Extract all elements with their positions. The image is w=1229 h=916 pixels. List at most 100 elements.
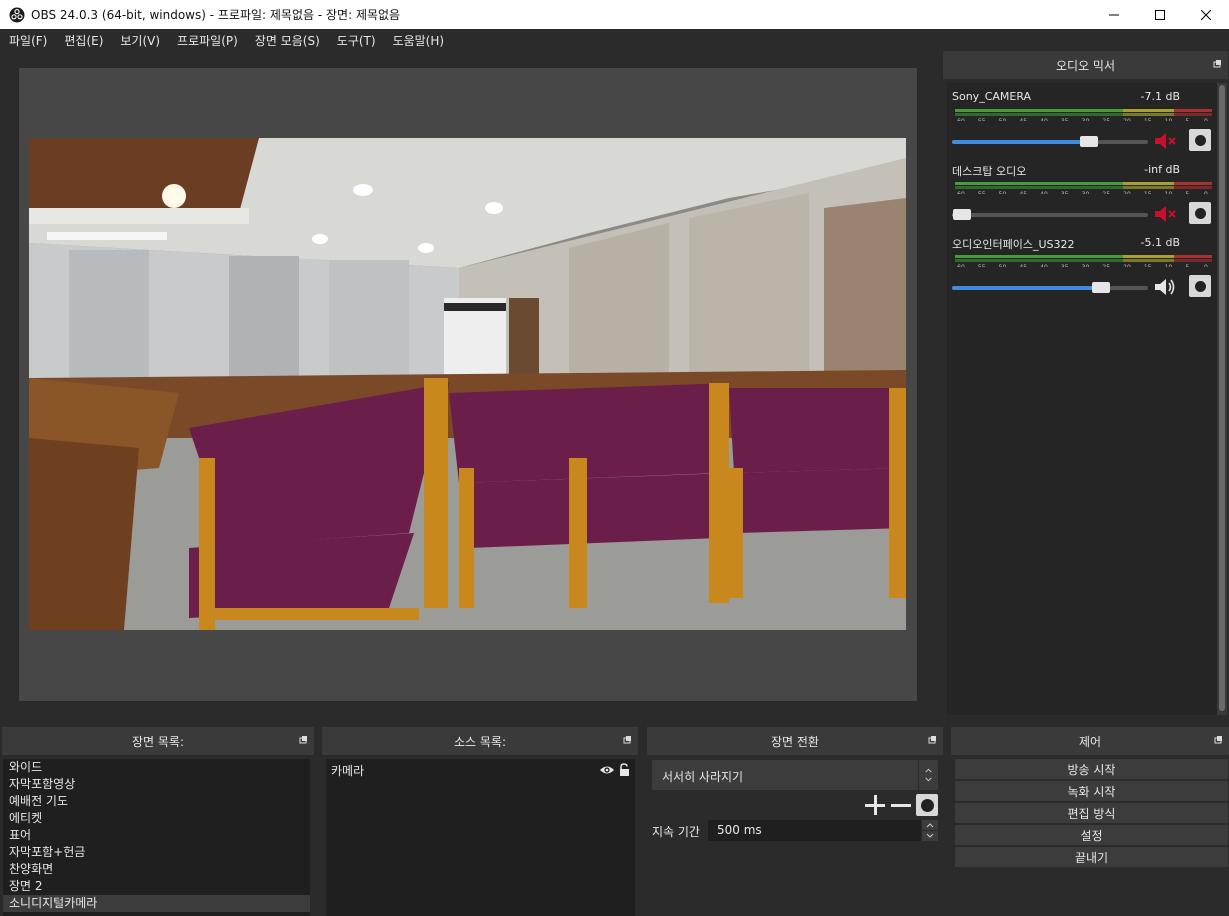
meter-scale-label: -20 <box>1121 264 1131 267</box>
channel-db: -7.1 dB <box>1140 90 1181 103</box>
meter-scale-label: -40 <box>1038 264 1048 267</box>
menu-scene-collection[interactable]: 장면 모음(S) <box>255 32 320 49</box>
channel-settings-button[interactable] <box>1189 275 1211 297</box>
meter-scale-label: -25 <box>1100 118 1110 121</box>
channel-settings-button[interactable] <box>1189 202 1211 224</box>
transition-select[interactable]: 서서히 사라지기 <box>652 760 938 790</box>
volume-meter: -60-55-50-45-40-35-30-25-20-15-10-50 <box>955 182 1212 194</box>
scene-item[interactable]: 에티켓 <box>3 810 310 827</box>
unlocked-lock-icon[interactable] <box>618 763 630 776</box>
meter-scale-label: -50 <box>997 191 1007 194</box>
menu-view[interactable]: 보기(V) <box>120 32 160 49</box>
duration-spinner-icon[interactable] <box>922 820 938 841</box>
meter-scale-label: 0 <box>1204 118 1208 121</box>
plus-icon <box>865 795 885 815</box>
add-transition-button[interactable] <box>864 794 886 816</box>
scene-item[interactable]: 찬양화면 <box>3 861 310 878</box>
settings-dot-icon <box>920 798 934 812</box>
transitions-title: 장면 전환 <box>771 734 819 749</box>
meter-scale-label: -10 <box>1163 191 1173 194</box>
scene-item[interactable]: 장면 2 <box>3 878 310 895</box>
meter-scale-label: -60 <box>955 118 965 121</box>
close-button[interactable] <box>1183 0 1229 29</box>
title-bar: OBS 24.0.3 (64-bit, windows) - 프로파일: 제목없… <box>0 0 1229 29</box>
meter-scale-label: -45 <box>1017 118 1027 121</box>
menu-file[interactable]: 파일(F) <box>9 32 47 49</box>
sources-header: 소스 목록: <box>322 727 638 755</box>
scene-list: 와이드 자막포함영상 예배전 기도 에티켓 표어 자막포함+헌금 찬양화면 장면… <box>3 759 310 916</box>
settings-button[interactable]: 설정 <box>955 825 1228 845</box>
dock-float-icon[interactable] <box>1213 59 1222 68</box>
menu-tools[interactable]: 도구(T) <box>337 32 376 49</box>
scene-item[interactable]: 예배전 기도 <box>3 793 310 810</box>
scene-item-selected[interactable]: 소니디지털카메라 <box>3 895 310 912</box>
menu-help[interactable]: 도움말(H) <box>393 32 445 49</box>
meter-scale-label: -20 <box>1121 118 1131 121</box>
meter-scale-label: -50 <box>997 264 1007 267</box>
scene-item[interactable]: 표어 <box>3 827 310 844</box>
meter-scale-label: -45 <box>1017 264 1027 267</box>
meter-scale-label: -5 <box>1183 191 1189 194</box>
transitions-header: 장면 전환 <box>647 727 943 755</box>
volume-meter: -60-55-50-45-40-35-30-25-20-15-10-50 <box>955 255 1212 267</box>
meter-scale-label: -5 <box>1183 118 1189 121</box>
channel-db: -5.1 dB <box>1140 236 1181 249</box>
muted-speaker-icon[interactable] <box>1153 203 1177 225</box>
mixer-scrollbar[interactable] <box>1217 83 1227 715</box>
dock-float-icon[interactable] <box>299 735 308 744</box>
scene-item[interactable]: 자막포함영상 <box>3 776 310 793</box>
visibility-eye-icon[interactable] <box>599 764 615 776</box>
remove-transition-button[interactable] <box>890 794 912 816</box>
settings-dot-icon <box>1194 207 1206 219</box>
meter-scale-label: -35 <box>1059 118 1069 121</box>
meter-scale-label: -10 <box>1163 264 1173 267</box>
meter-scale-label: 0 <box>1204 191 1208 194</box>
studio-mode-button[interactable]: 편집 방식 <box>955 803 1228 823</box>
preview-canvas[interactable] <box>19 68 917 701</box>
minimize-button[interactable] <box>1091 0 1137 29</box>
transition-select-value: 서서히 사라지기 <box>662 770 744 784</box>
maximize-button[interactable] <box>1137 0 1183 29</box>
meter-scale-label: -30 <box>1080 191 1090 194</box>
source-list: 카메라 <box>326 759 635 916</box>
meter-scale-label: -30 <box>1080 118 1090 121</box>
controls-header: 제어 <box>951 727 1229 755</box>
muted-speaker-icon[interactable] <box>1153 130 1177 152</box>
duration-input[interactable]: 500 ms <box>708 820 921 841</box>
volume-slider[interactable] <box>952 208 1148 222</box>
volume-slider[interactable] <box>952 281 1148 295</box>
meter-scale-label: 0 <box>1204 264 1208 267</box>
source-label: 카메라 <box>331 763 365 778</box>
meter-scale-label: -15 <box>1142 118 1152 121</box>
volume-slider[interactable] <box>952 135 1148 149</box>
duration-value: 500 ms <box>717 823 762 837</box>
audio-mixer-panel: Sony_CAMERA -7.1 dB -60-55-50-45-40-35-3… <box>947 83 1217 715</box>
meter-scale-label: -15 <box>1142 264 1152 267</box>
channel-name: 데스크탑 오디오 <box>952 165 1027 178</box>
scene-item[interactable]: 와이드 <box>3 759 310 776</box>
menu-bar: 파일(F) 편집(E) 보기(V) 프로파일(P) 장면 모음(S) 도구(T)… <box>0 29 1229 51</box>
speaker-icon[interactable] <box>1153 276 1177 298</box>
dock-float-icon[interactable] <box>623 735 632 744</box>
source-item[interactable]: 카메라 <box>326 761 635 779</box>
settings-dot-icon <box>1194 134 1206 146</box>
menu-edit[interactable]: 편집(E) <box>64 32 103 49</box>
dock-float-icon[interactable] <box>1214 735 1223 744</box>
audio-mixer-header: 오디오 믹서 <box>943 51 1228 79</box>
meter-scale-label: -40 <box>1038 118 1048 121</box>
exit-button[interactable]: 끝내기 <box>955 847 1228 867</box>
start-streaming-button[interactable]: 방송 시작 <box>955 759 1228 779</box>
scene-item[interactable]: 자막포함+헌금 <box>3 844 310 861</box>
meter-scale-label: -55 <box>976 118 986 121</box>
menu-profile[interactable]: 프로파일(P) <box>177 32 238 49</box>
meter-scale-label: -30 <box>1080 264 1090 267</box>
close-icon <box>1201 9 1211 20</box>
meter-scale-label: -10 <box>1163 118 1173 121</box>
transition-properties-button[interactable] <box>916 794 938 816</box>
dock-float-icon[interactable] <box>928 735 937 744</box>
start-recording-button[interactable]: 녹화 시작 <box>955 781 1228 801</box>
meter-scale-label: -55 <box>976 264 986 267</box>
sources-title: 소스 목록: <box>453 734 507 749</box>
mixer-channel-sony-camera: Sony_CAMERA -7.1 dB -60-55-50-45-40-35-3… <box>947 83 1217 153</box>
channel-settings-button[interactable] <box>1189 129 1211 151</box>
